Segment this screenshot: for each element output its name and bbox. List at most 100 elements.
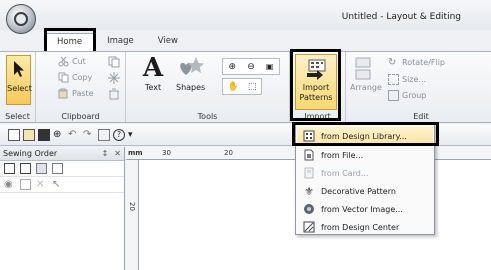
rotate-flip-button[interactable]: ↻ Rotate/Flip	[388, 57, 445, 68]
edit-group-label: Edit	[413, 112, 429, 121]
select-group: Select Select	[0, 52, 36, 122]
sewing-order-header: Sewing Order ↕ ✕	[0, 147, 124, 161]
view-mode-icon[interactable]	[4, 163, 15, 174]
import-group-label: Import	[304, 112, 331, 121]
select-group-label: Select	[5, 112, 30, 121]
cut-button[interactable]: Cut	[58, 56, 86, 67]
pan-toolbar: ✋ ⬚	[222, 78, 262, 95]
zoom-out-icon[interactable]: ⊖	[247, 62, 255, 72]
copy-label: Copy	[72, 73, 93, 82]
open-folder-icon[interactable]	[23, 128, 35, 141]
clipboard-group-label: Clipboard	[61, 112, 100, 121]
text-tool-label: Text	[144, 83, 162, 92]
arrange-icon	[355, 57, 371, 80]
text-tool-button[interactable]: A Text	[140, 55, 166, 92]
color-sort-icon[interactable]	[20, 163, 31, 174]
arrange-button[interactable]: Arrange	[350, 55, 382, 92]
preview-icon[interactable]: ⊕	[53, 129, 65, 141]
tab-home[interactable]: Home	[44, 33, 96, 51]
menu-item-decorative-pattern[interactable]: ⚜ Decorative Pattern	[297, 182, 433, 200]
cut-label: Cut	[72, 57, 86, 66]
shapes-heart-star-icon	[179, 57, 204, 75]
group-icon	[388, 90, 399, 101]
file-icon	[304, 149, 314, 161]
ruler-top-mark-2: 20	[224, 149, 233, 157]
tab-image[interactable]: Image	[95, 33, 146, 51]
tab-view[interactable]: View	[146, 33, 190, 51]
menu-item-label: from Design Library...	[321, 131, 407, 141]
group-label: Group	[402, 91, 427, 100]
zoom-in-icon[interactable]: ⊕	[229, 62, 237, 72]
paste-button[interactable]: Paste	[58, 88, 94, 99]
delete-x-icon[interactable]: ✕	[36, 179, 47, 190]
frame-icon[interactable]	[52, 163, 63, 174]
tools-group: A Text Shapes ⊕ ⊖ ▣ ✋ ⬚ Tools	[126, 52, 290, 122]
menu-item-from-card[interactable]: from Card...	[297, 164, 433, 182]
import-patterns-button[interactable]: Import Patterns	[295, 54, 337, 110]
sewing-order-toolbar-2: ◉ ✕ ↖	[0, 177, 124, 193]
size-icon	[388, 74, 399, 85]
zoom-toolbar: ⊕ ⊖ ▣	[222, 58, 280, 75]
shapes-tool-button[interactable]: Shapes	[176, 55, 205, 92]
menu-item-from-file[interactable]: from File...	[297, 146, 433, 164]
save-icon[interactable]	[38, 128, 50, 141]
card-icon	[304, 167, 314, 179]
ribbon-tabs: Home Image View	[44, 33, 190, 51]
left-ruler: 20	[126, 160, 139, 270]
scissors-icon	[58, 56, 69, 67]
import-patterns-icon	[307, 59, 326, 80]
delete-icon[interactable]	[108, 88, 120, 100]
paste-icon	[58, 88, 68, 99]
grid-icon[interactable]	[98, 128, 110, 141]
redo-icon[interactable]: ↷	[83, 129, 95, 141]
lock-icon[interactable]	[20, 179, 31, 190]
new-file-icon[interactable]	[8, 128, 20, 141]
copy-button[interactable]: Copy	[58, 72, 92, 83]
select-all-icon[interactable]	[108, 72, 120, 84]
measure-icon[interactable]: ⬚	[248, 82, 257, 92]
title-bar: Untitled - Layout & Editing	[0, 0, 491, 34]
combine-icon[interactable]	[36, 163, 47, 174]
rotate-icon: ↻	[388, 57, 397, 68]
text-a-icon: A	[142, 53, 164, 83]
import-patterns-menu: from Design Library... from File... from…	[295, 123, 435, 235]
import-label-line2: Patterns	[299, 93, 333, 102]
menu-item-vector-image[interactable]: from Vector Image...	[297, 200, 433, 218]
eye-icon[interactable]: ◉	[4, 179, 15, 190]
menu-item-design-center[interactable]: from Design Center	[297, 218, 433, 236]
layout-editing-window: Untitled - Layout & Editing Home Image V…	[0, 0, 491, 270]
shapes-tool-label: Shapes	[176, 83, 206, 92]
duplicate-icon[interactable]	[108, 56, 120, 68]
menu-item-label: from Card...	[321, 168, 369, 178]
pointer-icon[interactable]: ↖	[52, 179, 63, 190]
pin-icon[interactable]: ↕	[102, 149, 109, 158]
group-button[interactable]: Group	[388, 90, 426, 101]
cursor-arrow-icon	[14, 61, 24, 77]
svg-text:⚜: ⚜	[304, 185, 314, 197]
pan-hand-icon[interactable]: ✋	[228, 82, 239, 92]
menu-item-label: Decorative Pattern	[321, 186, 396, 196]
arrange-label: Arrange	[350, 83, 382, 92]
tools-group-label: Tools	[197, 112, 218, 121]
size-button[interactable]: Size...	[388, 74, 426, 85]
help-icon[interactable]: ?	[113, 128, 125, 141]
clipboard-group: Cut Copy Paste Clipboard	[36, 52, 126, 122]
window-title: Untitled - Layout & Editing	[341, 12, 461, 22]
select-button[interactable]: Select	[6, 55, 32, 105]
undo-icon[interactable]: ↶	[68, 129, 80, 141]
close-icon[interactable]: ✕	[114, 149, 121, 158]
ruler-unit: mm	[128, 149, 143, 157]
menu-item-label: from Vector Image...	[321, 204, 403, 214]
menu-item-design-library[interactable]: from Design Library...	[297, 127, 433, 145]
select-button-label: Select	[7, 84, 32, 93]
paste-label: Paste	[72, 89, 94, 98]
decorative-pattern-icon: ⚜	[304, 185, 314, 197]
ribbon: Select Select Cut Copy Paste Clipboard A…	[0, 51, 491, 123]
customize-toolbar-icon[interactable]: ▾	[128, 129, 140, 141]
import-label-line1: Import	[302, 83, 330, 92]
ruler-left-mark: 20	[128, 202, 136, 211]
rotate-flip-label: Rotate/Flip	[402, 58, 446, 67]
zoom-fit-icon[interactable]: ▣	[266, 62, 274, 71]
sewing-order-toolbar-1	[0, 161, 124, 177]
menu-item-label: from File...	[321, 150, 364, 160]
